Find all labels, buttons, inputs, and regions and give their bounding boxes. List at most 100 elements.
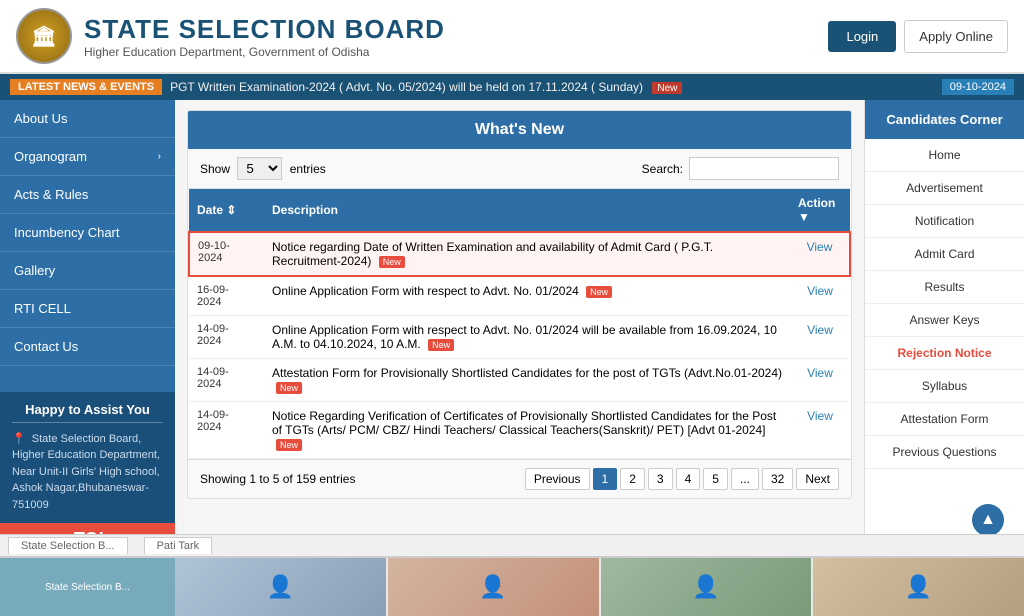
search-box: Search: (642, 157, 839, 180)
bottom-photo-2: 👤 (388, 557, 599, 616)
whats-new-panel: What's New Show 5 10 25 entries Search: (187, 110, 852, 499)
site-title: STATE SELECTION BOARD (84, 14, 445, 45)
row-date: 14-09-2024 (189, 316, 264, 359)
row-date: 14-09-2024 (189, 402, 264, 459)
assist-text: 📍 State Selection Board, Higher Educatio… (12, 431, 163, 514)
whats-new-title: What's New (188, 111, 851, 149)
assist-box: Happy to Assist You 📍 State Selection Bo… (0, 392, 175, 524)
page-32-button[interactable]: 32 (762, 468, 793, 490)
assist-title: Happy to Assist You (12, 402, 163, 423)
search-input[interactable] (689, 157, 839, 180)
scroll-to-top-button[interactable]: ▲ (972, 504, 1004, 536)
row-description: Online Application Form with respect to … (264, 276, 790, 316)
page-2-button[interactable]: 2 (620, 468, 645, 490)
main-layout: About Us Organogram › Acts & Rules Incum… (0, 100, 1024, 556)
pin-icon: 📍 (12, 433, 26, 445)
browser-bar: State Selection B... Pati Tark (0, 534, 1024, 556)
login-button[interactable]: Login (828, 21, 896, 52)
new-badge: New (586, 286, 612, 298)
table-row: 09-10-2024 Notice regarding Date of Writ… (189, 232, 850, 276)
view-link[interactable]: View (807, 240, 833, 254)
new-badge: New (276, 439, 302, 451)
next-button[interactable]: Next (796, 468, 839, 490)
entries-label: entries (290, 162, 326, 176)
row-date: 14-09-2024 (189, 359, 264, 402)
new-badge: New (379, 256, 405, 268)
page-4-button[interactable]: 4 (676, 468, 701, 490)
ticker-date: 09-10-2024 (942, 79, 1014, 95)
row-action[interactable]: View (790, 316, 850, 359)
table-controls: Show 5 10 25 entries Search: (188, 149, 851, 189)
news-ticker: LATEST NEWS & EVENTS PGT Written Examina… (0, 74, 1024, 100)
sidebar-item-incumbency[interactable]: Incumbency Chart (0, 214, 175, 252)
right-nav-results[interactable]: Results (865, 271, 1024, 304)
table-row: 16-09-2024 Online Application Form with … (189, 276, 850, 316)
right-nav-attestation[interactable]: Attestation Form (865, 403, 1024, 436)
right-nav-rejection[interactable]: Rejection Notice (865, 337, 1024, 370)
page-5-button[interactable]: 5 (703, 468, 728, 490)
right-nav-advertisement[interactable]: Advertisement (865, 172, 1024, 205)
sidebar-item-acts[interactable]: Acts & Rules (0, 176, 175, 214)
right-nav-answer-keys[interactable]: Answer Keys (865, 304, 1024, 337)
table-footer: Showing 1 to 5 of 159 entries Previous 1… (188, 459, 851, 498)
show-label: Show (200, 162, 230, 176)
sidebar-item-rti[interactable]: RTI CELL (0, 290, 175, 328)
view-link[interactable]: View (807, 284, 833, 298)
showing-text: Showing 1 to 5 of 159 entries (200, 472, 355, 486)
right-nav-home[interactable]: Home (865, 139, 1024, 172)
browser-tab-ssb[interactable]: State Selection B... (8, 537, 128, 554)
sidebar-nav: About Us Organogram › Acts & Rules Incum… (0, 100, 175, 392)
sidebar-item-contact[interactable]: Contact Us (0, 328, 175, 366)
bottom-map: State Selection B... (0, 558, 175, 616)
entries-table: Date ⇕ Description Action ▼ 09-10-2024 N… (188, 189, 851, 459)
sidebar-item-about[interactable]: About Us (0, 100, 175, 138)
ticker-text: PGT Written Examination-2024 ( Advt. No.… (170, 80, 682, 94)
sidebar-item-gallery[interactable]: Gallery (0, 252, 175, 290)
bottom-strip: State Selection B... 👤 👤 👤 👤 (0, 556, 1024, 616)
row-action[interactable]: View (790, 232, 850, 276)
view-link[interactable]: View (807, 409, 833, 423)
pagination: Previous 1 2 3 4 5 ... 32 Next (525, 468, 839, 490)
ticker-label: LATEST NEWS & EVENTS (10, 79, 162, 95)
site-subtitle: Higher Education Department, Government … (84, 45, 445, 59)
ticker-badge: New (652, 82, 682, 94)
chevron-right-icon: › (158, 151, 161, 162)
right-nav-notification[interactable]: Notification (865, 205, 1024, 238)
row-date: 16-09-2024 (189, 276, 264, 316)
view-link[interactable]: View (807, 366, 833, 380)
row-description: Notice Regarding Verification of Certifi… (264, 402, 790, 459)
row-action[interactable]: View (790, 402, 850, 459)
search-label: Search: (642, 162, 683, 176)
page-1-button[interactable]: 1 (593, 468, 618, 490)
new-badge: New (276, 382, 302, 394)
table-row: 14-09-2024 Notice Regarding Verification… (189, 402, 850, 459)
show-entries: Show 5 10 25 entries (200, 157, 326, 180)
sidebar-item-organogram[interactable]: Organogram › (0, 138, 175, 176)
header-left: 🏛 STATE SELECTION BOARD Higher Education… (16, 8, 445, 64)
right-nav-admit-card[interactable]: Admit Card (865, 238, 1024, 271)
browser-tab-pati[interactable]: Pati Tark (144, 537, 213, 554)
row-action[interactable]: View (790, 359, 850, 402)
apply-online-button[interactable]: Apply Online (904, 20, 1008, 53)
candidates-corner-title: Candidates Corner (865, 100, 1024, 139)
page-3-button[interactable]: 3 (648, 468, 673, 490)
view-link[interactable]: View (807, 323, 833, 337)
right-sidebar: Candidates Corner Home Advertisement Not… (864, 100, 1024, 556)
row-action[interactable]: View (790, 276, 850, 316)
left-sidebar: About Us Organogram › Acts & Rules Incum… (0, 100, 175, 556)
bottom-photo-1: 👤 (175, 557, 386, 616)
page-ellipsis: ... (731, 468, 759, 490)
entries-select[interactable]: 5 10 25 (237, 157, 282, 180)
prev-button[interactable]: Previous (525, 468, 590, 490)
bottom-photo-4: 👤 (813, 557, 1024, 616)
ticker-content: PGT Written Examination-2024 ( Advt. No.… (170, 80, 934, 94)
right-nav-syllabus[interactable]: Syllabus (865, 370, 1024, 403)
bottom-photo-3: 👤 (601, 557, 812, 616)
header-right: Login Apply Online (828, 20, 1008, 53)
right-nav-previous-questions[interactable]: Previous Questions (865, 436, 1024, 469)
action-column-header: Action ▼ (790, 189, 850, 232)
table-row: 14-09-2024 Attestation Form for Provisio… (189, 359, 850, 402)
row-description: Attestation Form for Provisionally Short… (264, 359, 790, 402)
row-description: Online Application Form with respect to … (264, 316, 790, 359)
header-title: STATE SELECTION BOARD Higher Education D… (84, 14, 445, 59)
